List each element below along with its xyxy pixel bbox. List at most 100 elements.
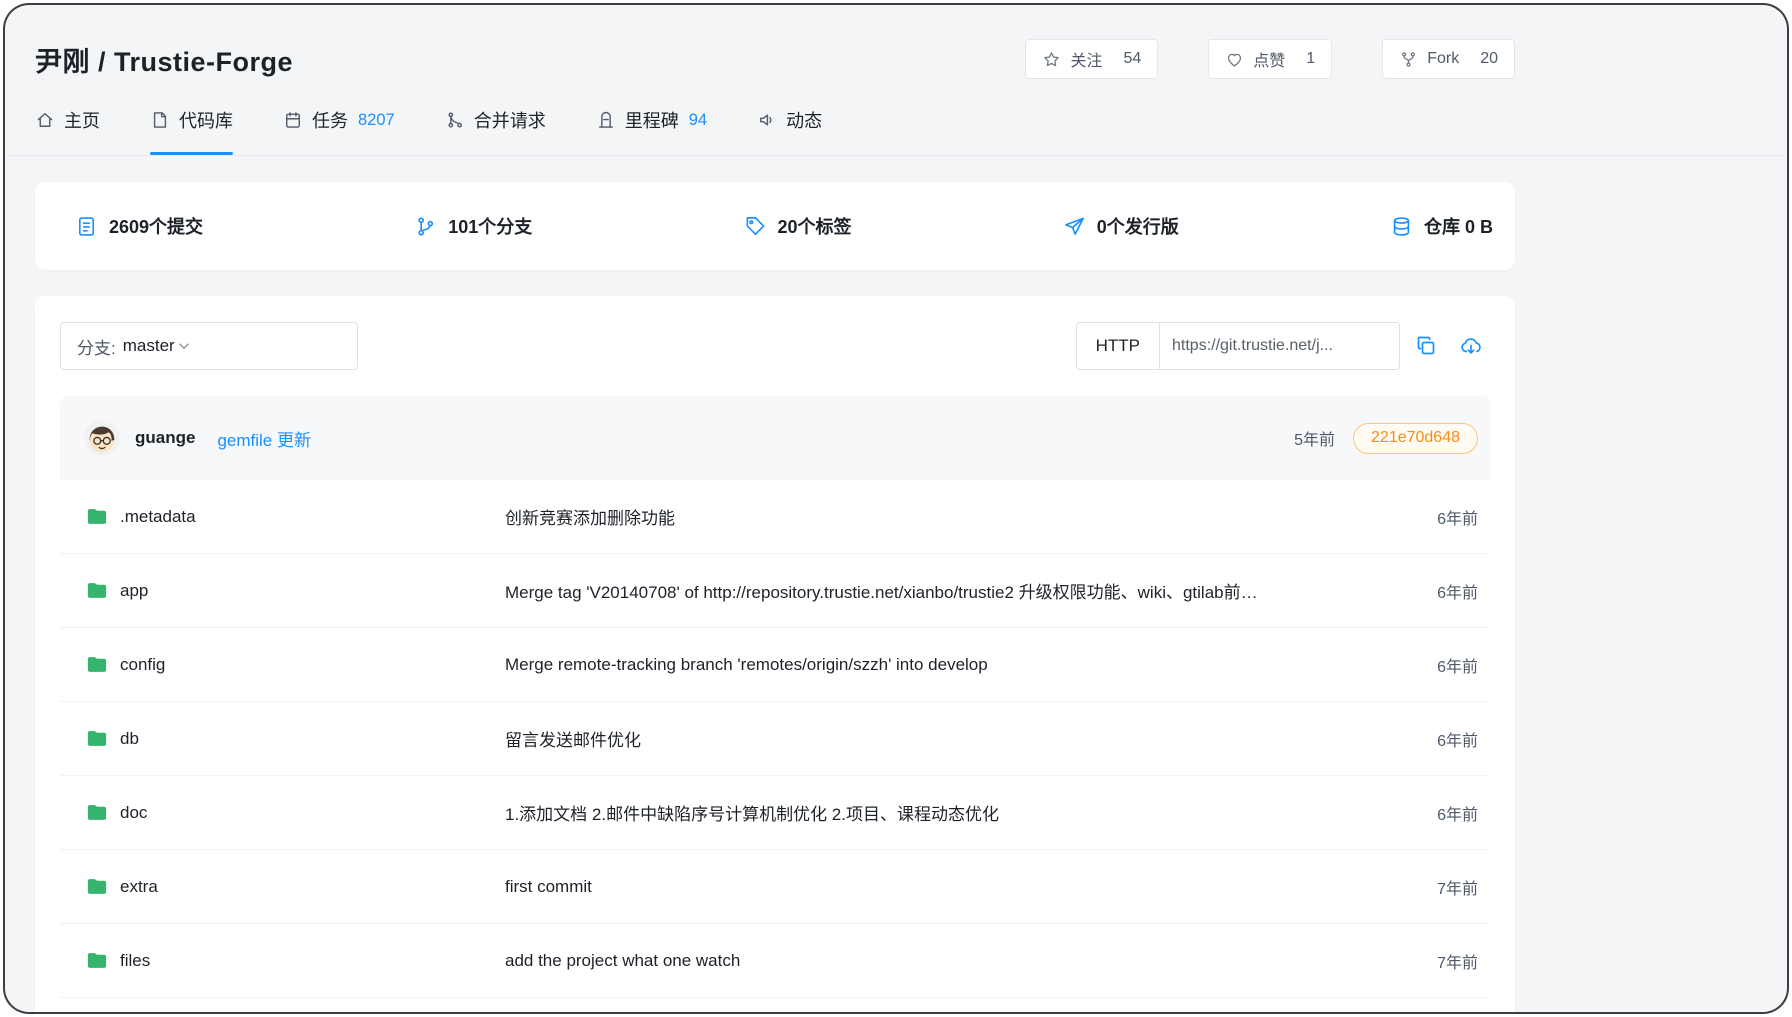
folder-icon xyxy=(85,801,108,824)
clone-url-input[interactable] xyxy=(1160,322,1400,370)
star-icon xyxy=(1042,50,1061,69)
file-row-config[interactable]: config Merge remote-tracking branch 'rem… xyxy=(60,628,1490,702)
merge-icon xyxy=(445,110,465,130)
file-commit-message[interactable]: Merge remote-tracking branch 'remotes/or… xyxy=(505,655,1437,675)
repo-icon xyxy=(150,110,170,130)
repo-toolbar: 分支: master HTTP xyxy=(60,322,1490,370)
watch-button[interactable]: 关注 54 xyxy=(1025,39,1158,79)
file-time: 7年前 xyxy=(1437,949,1478,973)
stat-repo-size-label: 仓库 0 B xyxy=(1424,213,1493,239)
tab-home[interactable]: 主页 xyxy=(35,107,100,155)
file-name-cell: db xyxy=(85,727,505,750)
milestone-icon xyxy=(596,110,616,130)
download-button[interactable] xyxy=(1452,327,1490,365)
folder-icon xyxy=(85,875,108,898)
watch-label: 关注 xyxy=(1070,47,1102,71)
tab-milestones[interactable]: 里程碑 94 xyxy=(596,107,707,155)
file-commit-message[interactable]: add the project what one watch xyxy=(505,951,1437,971)
praise-count: 1 xyxy=(1306,50,1315,68)
tab-milestones-count: 94 xyxy=(689,111,707,130)
protocol-select[interactable]: HTTP xyxy=(1076,322,1160,370)
fork-label: Fork xyxy=(1427,50,1459,68)
stat-commits[interactable]: 2609个提交 xyxy=(75,213,203,239)
tab-activity[interactable]: 动态 xyxy=(757,107,822,155)
repo-header-section: 尹刚 / Trustie-Forge 关注 54 点赞 xyxy=(5,35,1787,156)
file-name[interactable]: config xyxy=(120,655,165,675)
file-name[interactable]: app xyxy=(120,581,148,601)
file-row-app[interactable]: app Merge tag 'V20140708' of http://repo… xyxy=(60,554,1490,628)
fork-count: 20 xyxy=(1480,50,1498,68)
file-name-cell: files xyxy=(85,949,505,972)
file-row-extra[interactable]: extra first commit 7年前 xyxy=(60,850,1490,924)
file-name[interactable]: extra xyxy=(120,877,158,897)
folder-icon xyxy=(85,505,108,528)
file-row-metadata[interactable]: .metadata 创新竞赛添加删除功能 6年前 xyxy=(60,480,1490,554)
fork-button[interactable]: Fork 20 xyxy=(1382,39,1515,79)
file-name[interactable]: files xyxy=(120,951,150,971)
tab-milestones-label: 里程碑 xyxy=(625,107,679,133)
file-name-cell: config xyxy=(85,653,505,676)
clone-url-group: HTTP xyxy=(1076,322,1490,370)
task-icon xyxy=(283,110,303,130)
watch-count: 54 xyxy=(1123,50,1141,68)
file-name-cell: extra xyxy=(85,875,505,898)
file-list: .metadata 创新竞赛添加删除功能 6年前 app Merge tag '… xyxy=(60,480,1490,1014)
avatar[interactable] xyxy=(83,419,121,457)
folder-icon xyxy=(85,949,108,972)
file-commit-message[interactable]: 留言发送邮件优化 xyxy=(505,726,1437,751)
commit-hash-badge[interactable]: 221e70d648 xyxy=(1353,423,1478,454)
copy-url-button[interactable] xyxy=(1407,327,1445,365)
commit-author[interactable]: guange xyxy=(135,428,195,448)
fork-icon xyxy=(1399,50,1418,69)
file-row-partial xyxy=(60,998,1490,1014)
repo-browser-card: 分支: master HTTP xyxy=(35,296,1515,1014)
tab-home-label: 主页 xyxy=(64,107,100,133)
file-commit-message[interactable]: Merge tag 'V20140708' of http://reposito… xyxy=(505,578,1437,603)
file-time: 6年前 xyxy=(1437,653,1478,677)
stat-repo-size[interactable]: 仓库 0 B xyxy=(1390,213,1493,239)
file-time: 6年前 xyxy=(1437,801,1478,825)
file-commit-message[interactable]: 1.添加文档 2.邮件中缺陷序号计算机制优化 2.项目、课程动态优化 xyxy=(505,800,1437,825)
tab-code-label: 代码库 xyxy=(179,107,233,133)
activity-icon xyxy=(757,110,777,130)
app-window: 尹刚 / Trustie-Forge 关注 54 点赞 xyxy=(3,3,1789,1014)
file-commit-message[interactable]: first commit xyxy=(505,877,1437,897)
commit-message-link[interactable]: gemfile 更新 xyxy=(217,426,311,451)
file-name[interactable]: db xyxy=(120,729,139,749)
file-row-doc[interactable]: doc 1.添加文档 2.邮件中缺陷序号计算机制优化 2.项目、课程动态优化 6… xyxy=(60,776,1490,850)
folder-icon xyxy=(85,727,108,750)
stat-branches[interactable]: 101个分支 xyxy=(414,213,532,239)
page-title: 尹刚 / Trustie-Forge xyxy=(35,40,293,79)
tab-code[interactable]: 代码库 xyxy=(150,107,233,155)
repo-actions: 关注 54 点赞 1 Fork xyxy=(1025,39,1515,79)
branch-selector[interactable]: 分支: master xyxy=(60,322,358,370)
stat-commits-label: 2609个提交 xyxy=(109,213,203,239)
branch-value: master xyxy=(123,336,175,356)
file-time: 7年前 xyxy=(1437,875,1478,899)
file-name[interactable]: .metadata xyxy=(120,507,196,527)
copy-icon xyxy=(1414,334,1438,358)
tab-issues[interactable]: 任务 8207 xyxy=(283,107,395,155)
commit-time: 5年前 xyxy=(1294,426,1335,450)
branch-label: 分支: xyxy=(77,334,116,359)
praise-button[interactable]: 点赞 1 xyxy=(1208,39,1332,79)
file-time: 6年前 xyxy=(1437,505,1478,529)
tab-issues-label: 任务 xyxy=(312,107,348,133)
release-icon xyxy=(1063,215,1086,238)
file-commit-message[interactable]: 创新竞赛添加删除功能 xyxy=(505,504,1437,529)
tab-merge-requests[interactable]: 合并请求 xyxy=(445,107,546,155)
file-time: 6年前 xyxy=(1437,727,1478,751)
file-row-files[interactable]: files add the project what one watch 7年前 xyxy=(60,924,1490,998)
database-icon xyxy=(1390,215,1413,238)
cloud-download-icon xyxy=(1459,334,1483,358)
stat-branches-label: 101个分支 xyxy=(448,213,532,239)
commit-icon xyxy=(75,215,98,238)
file-row-db[interactable]: db 留言发送邮件优化 6年前 xyxy=(60,702,1490,776)
file-name[interactable]: doc xyxy=(120,803,147,823)
stat-releases[interactable]: 0个发行版 xyxy=(1063,213,1179,239)
stat-tags[interactable]: 20个标签 xyxy=(744,213,852,239)
file-name-cell: .metadata xyxy=(85,505,505,528)
praise-label: 点赞 xyxy=(1253,47,1285,71)
repo-stats-bar: 2609个提交 101个分支 20个标签 0个发行版 xyxy=(35,182,1515,270)
latest-commit-bar: guange gemfile 更新 5年前 221e70d648 xyxy=(60,396,1490,480)
